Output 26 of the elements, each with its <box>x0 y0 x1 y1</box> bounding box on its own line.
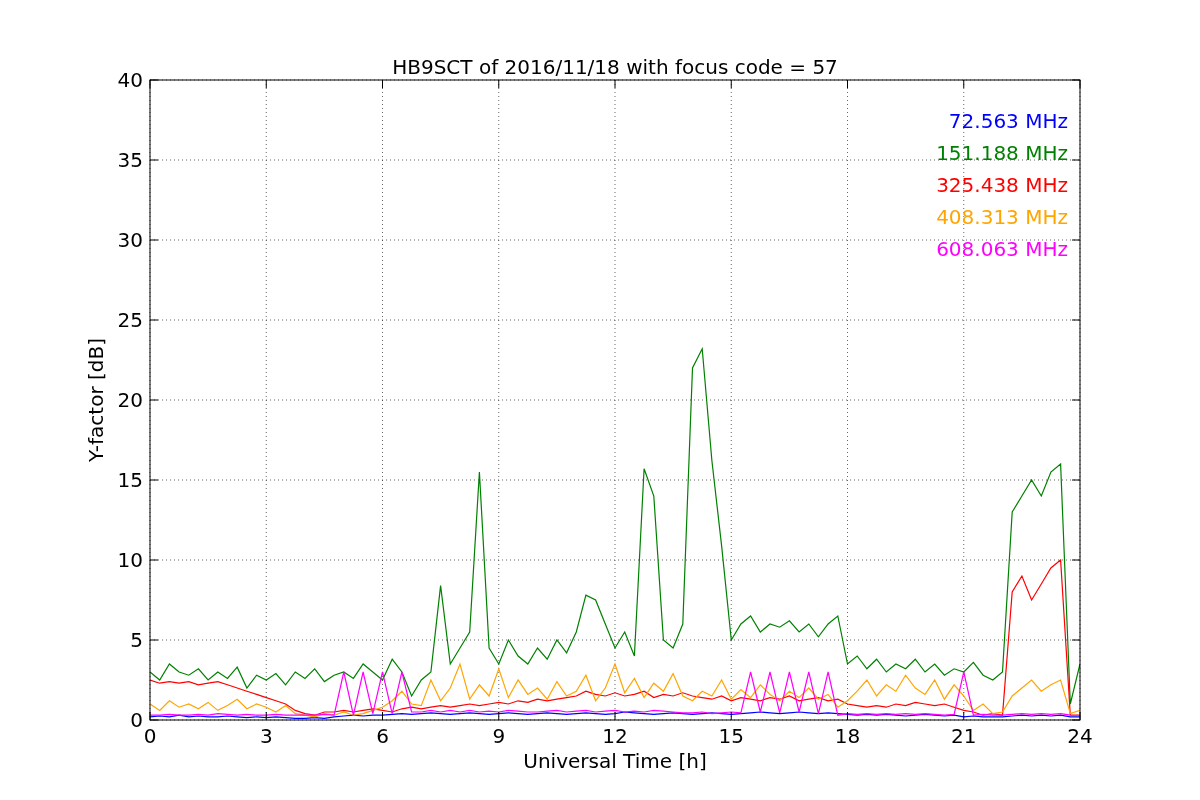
y-tick-label: 25 <box>117 308 143 332</box>
y-tick-label: 40 <box>117 68 143 92</box>
legend-label: 408.313 MHz <box>936 205 1068 229</box>
x-tick-label: 3 <box>259 724 273 748</box>
y-tick-label: 35 <box>117 148 143 172</box>
x-tick-label: 0 <box>143 724 157 748</box>
y-tick-label: 0 <box>130 708 143 732</box>
chart-title: HB9SCT of 2016/11/18 with focus code = 57 <box>392 55 838 79</box>
y-tick-label: 15 <box>117 468 143 492</box>
y-tick-label: 10 <box>117 548 143 572</box>
y-tick-label: 5 <box>130 628 143 652</box>
x-tick-label: 6 <box>376 724 389 748</box>
x-tick-label: 12 <box>602 724 628 748</box>
y-tick-label: 30 <box>117 228 143 252</box>
x-tick-label: 15 <box>718 724 744 748</box>
x-tick-label: 21 <box>951 724 977 748</box>
x-axis-label: Universal Time [h] <box>523 749 707 773</box>
x-tick-label: 9 <box>492 724 506 748</box>
x-tick-label: 24 <box>1067 724 1093 748</box>
y-axis-label: Y-factor [dB] <box>84 338 108 462</box>
legend-label: 151.188 MHz <box>936 141 1068 165</box>
legend-label: 608.063 MHz <box>936 237 1068 261</box>
y-tick-label: 20 <box>117 388 143 412</box>
legend-label: 325.438 MHz <box>936 173 1068 197</box>
legend-label: 72.563 MHz <box>948 109 1068 133</box>
x-tick-label: 18 <box>834 724 861 748</box>
